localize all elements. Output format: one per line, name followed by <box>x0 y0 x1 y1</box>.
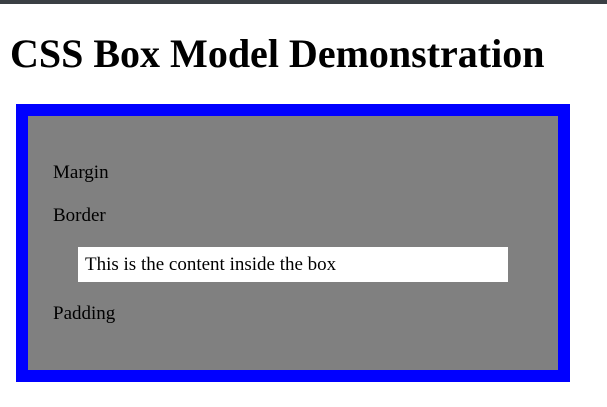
border-label: Border <box>53 205 106 226</box>
margin-label: Margin <box>53 162 109 183</box>
page-title: CSS Box Model Demonstration <box>10 31 545 76</box>
window-top-edge <box>0 0 607 4</box>
padding-label: Padding <box>53 303 116 324</box>
box-model-demo: Margin Border This is the content inside… <box>16 104 570 382</box>
content-box: This is the content inside the box <box>78 247 508 282</box>
